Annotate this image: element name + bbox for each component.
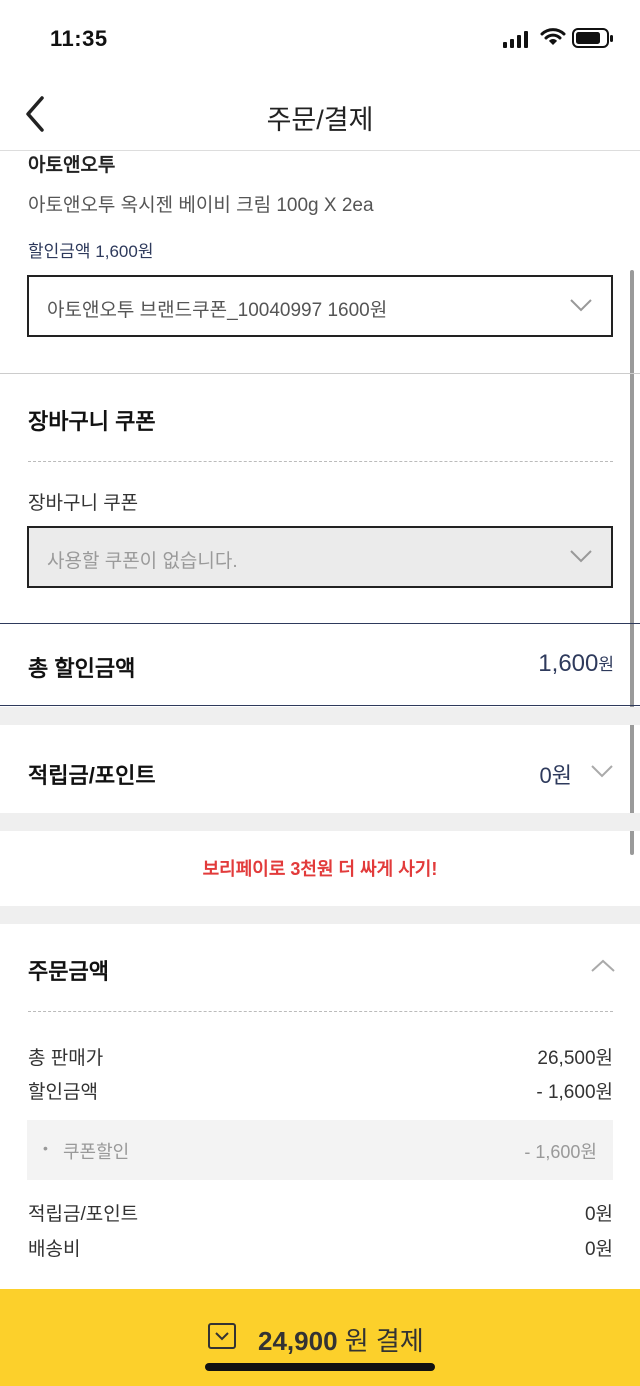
chevron-down-icon [570, 550, 592, 563]
discount-value: - 1,600원 [536, 1082, 613, 1103]
battery-icon [572, 28, 613, 48]
total-price-value: 26,500원 [537, 1048, 613, 1069]
pay-button[interactable]: 24,900 원 결제 [0, 1289, 640, 1386]
status-time: 11:35 [50, 26, 108, 51]
cart-coupon-label: 장바구니 쿠폰 [28, 493, 139, 514]
total-discount-label: 총 할인금액 [28, 656, 136, 681]
chevron-down-icon [591, 765, 613, 778]
points-amount: 0원 [539, 763, 572, 788]
dashed-divider [28, 1011, 613, 1012]
total-discount-value: 1,600 [538, 650, 599, 677]
product-name: 아토앤오투 옥시젠 베이비 크림 100g X 2ea [28, 195, 374, 216]
section-gap [0, 906, 640, 924]
points-row-value: 0원 [584, 1204, 613, 1225]
pay-label: 원 결제 [344, 1326, 424, 1356]
cart-coupon-value: 사용할 쿠폰이 없습니다. [47, 551, 238, 572]
shipping-label: 배송비 [28, 1239, 81, 1260]
chevron-down-icon [570, 299, 592, 312]
cart-coupon-select[interactable]: 사용할 쿠폰이 없습니다. [27, 526, 613, 588]
shipping-value: 0원 [584, 1239, 613, 1260]
section-gap [0, 813, 640, 831]
points-label: 적립금/포인트 [28, 763, 156, 788]
pay-text: 24,900 원 결제 [258, 1321, 424, 1358]
brand-coupon-select[interactable]: 아토앤오투 브랜드쿠폰_10040997 1600원 [27, 275, 613, 337]
discount-label: 할인금액 [28, 1082, 98, 1103]
total-price-label: 총 판매가 [28, 1048, 104, 1069]
section-gap [0, 707, 640, 725]
coupon-discount-label: 쿠폰할인 [63, 1142, 130, 1162]
wifi-icon [540, 28, 566, 45]
pay-amount: 24,900 [258, 1326, 338, 1356]
home-indicator [205, 1363, 435, 1371]
order-amount-heading: 주문금액 [28, 959, 109, 984]
cart-coupon-heading: 장바구니 쿠폰 [28, 409, 156, 434]
total-discount-row: 총 할인금액 1,600원 [0, 623, 640, 706]
total-discount-unit: 원 [598, 655, 614, 674]
product-brand: 아토앤오투 [28, 155, 116, 176]
header-bar: 주문/결제 [0, 78, 640, 151]
coupon-discount-value: - 1,600원 [524, 1142, 597, 1162]
brand-coupon-value: 아토앤오투 브랜드쿠폰_10040997 1600원 [47, 300, 388, 321]
points-row[interactable]: 적립금/포인트 0원 [0, 725, 640, 813]
status-bar: 11:35 [0, 0, 640, 78]
promo-link[interactable]: 보리페이로 3천원 더 싸게 사기! [0, 855, 640, 881]
divider [0, 373, 640, 374]
checkout-icon [208, 1323, 236, 1349]
signal-icon [503, 31, 528, 48]
points-row-label: 적립금/포인트 [28, 1204, 139, 1225]
coupon-discount-box: • 쿠폰할인 - 1,600원 [27, 1120, 613, 1180]
chevron-up-icon[interactable] [590, 958, 616, 974]
total-discount-amount: 1,600원 [538, 650, 614, 678]
bullet: • [43, 1140, 48, 1156]
product-discount: 할인금액 1,600원 [28, 242, 154, 261]
page-title: 주문/결제 [266, 105, 374, 135]
dashed-divider [28, 461, 613, 462]
